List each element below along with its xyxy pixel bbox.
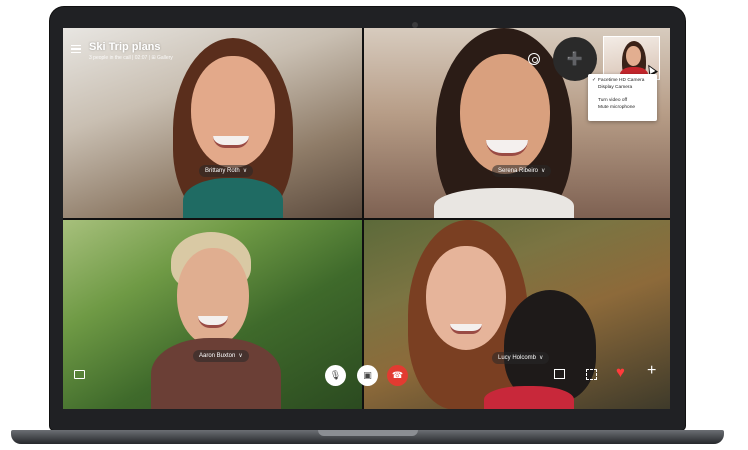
participant-smile bbox=[450, 324, 482, 334]
video-button[interactable]: ▣ bbox=[357, 365, 378, 386]
participant-name: Brittany Roth bbox=[205, 168, 240, 174]
plus-icon[interactable]: + bbox=[647, 363, 656, 379]
participant-body bbox=[183, 178, 283, 218]
participant-name: Serena Ribeiro bbox=[498, 168, 539, 174]
menu-item-label: Display Camera bbox=[598, 85, 633, 90]
video-icon: ▣ bbox=[363, 370, 372, 380]
menu-item-facetime-camera[interactable]: ✓ Facetime HD Camera bbox=[588, 77, 657, 84]
laptop-notch bbox=[318, 430, 418, 436]
participant-face bbox=[426, 246, 506, 350]
check-icon: ✓ bbox=[592, 77, 597, 83]
participant-name-pill[interactable]: Lucy Holcomb ∨ bbox=[492, 352, 550, 364]
focus-icon[interactable] bbox=[586, 369, 597, 380]
participant-face bbox=[460, 54, 550, 174]
participant-face bbox=[177, 248, 249, 346]
gear-icon[interactable] bbox=[528, 53, 540, 65]
screenshare-icon[interactable] bbox=[554, 369, 565, 379]
participant-body bbox=[434, 188, 574, 218]
menu-item-label: Mute microphone bbox=[598, 105, 636, 110]
call-subtitle[interactable]: 3 people in the call | 02:07 | ⊞ Gallery bbox=[89, 55, 173, 61]
participant-name: Aaron Buxton bbox=[199, 353, 236, 359]
participant-name: Lucy Holcomb bbox=[498, 355, 537, 361]
chat-icon[interactable] bbox=[74, 370, 85, 379]
chevron-down-icon: ∨ bbox=[541, 168, 546, 174]
participant-name-pill[interactable]: Aaron Buxton ∨ bbox=[193, 350, 249, 362]
chevron-down-icon: ∨ bbox=[238, 353, 243, 359]
mic-icon: 🎙 bbox=[329, 370, 342, 380]
chevron-down-icon: ∨ bbox=[539, 355, 544, 361]
mic-button[interactable]: 🎙 bbox=[325, 365, 346, 386]
call-title: Ski Trip plans bbox=[89, 41, 161, 53]
menu-item-mute-microphone[interactable]: Mute microphone bbox=[588, 104, 657, 111]
self-face bbox=[626, 46, 641, 66]
heart-icon[interactable]: ♥ bbox=[616, 365, 625, 380]
participant-face bbox=[191, 56, 275, 168]
menu-icon[interactable] bbox=[71, 45, 81, 53]
hangup-icon: ☎ bbox=[391, 370, 404, 380]
call-screen: Brittany Roth ∨ Serena Ribeiro ∨ Aaron Bux… bbox=[63, 28, 670, 409]
participant-name-pill[interactable]: Brittany Roth ∨ bbox=[199, 165, 254, 177]
menu-item-display-camera[interactable]: Display Camera bbox=[588, 84, 657, 91]
menu-item-label: Turn video off bbox=[598, 98, 628, 103]
camera-menu: ✓ Facetime HD Camera Display Camera Turn… bbox=[588, 74, 657, 121]
participant-name-pill[interactable]: Serena Ribeiro ∨ bbox=[492, 165, 552, 177]
dog-scarf bbox=[484, 386, 574, 409]
video-tile-aaron[interactable]: Aaron Buxton ∨ bbox=[63, 220, 362, 409]
hangup-button[interactable]: ☎ bbox=[387, 365, 408, 386]
menu-item-turn-video-off[interactable]: Turn video off bbox=[588, 97, 657, 104]
participant-body bbox=[151, 338, 281, 409]
menu-item-label: Facetime HD Camera bbox=[598, 78, 645, 83]
chevron-down-icon: ∨ bbox=[242, 168, 248, 174]
add-person-icon: ➕ bbox=[566, 51, 584, 66]
